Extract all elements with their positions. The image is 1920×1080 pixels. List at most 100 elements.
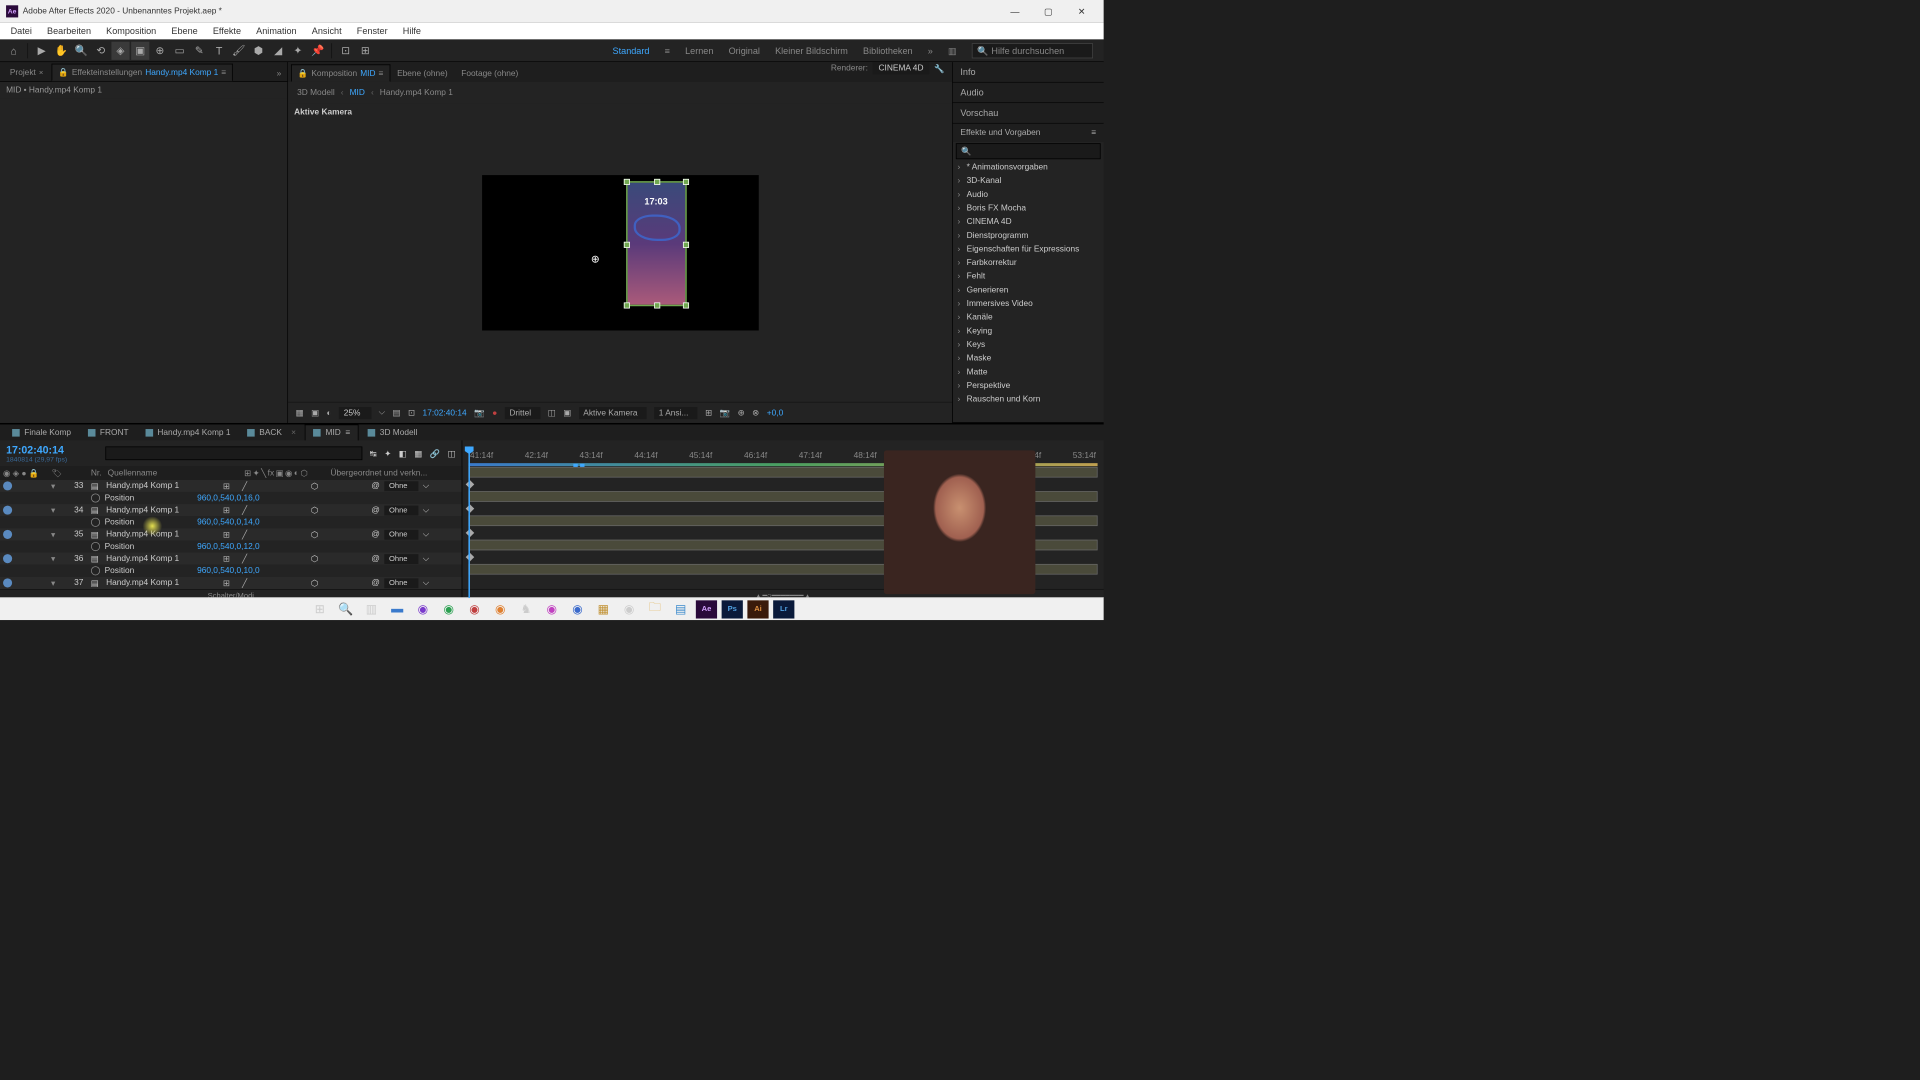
effect-category[interactable]: Rauschen und Korn — [953, 393, 1104, 404]
messenger-icon[interactable]: ◉ — [541, 600, 562, 618]
facebook-icon[interactable]: ◉ — [567, 600, 588, 618]
effect-category[interactable]: Audio — [953, 188, 1104, 202]
tab-komposition[interactable]: 🔒 Komposition MID ≡ — [291, 64, 390, 81]
snap-icon[interactable]: ⊡ — [337, 41, 355, 59]
renderer-value[interactable]: CINEMA 4D — [872, 62, 929, 74]
app-icon[interactable]: ▦ — [593, 600, 614, 618]
viewer-timecode[interactable]: 17:02:40:14 — [423, 408, 467, 417]
vf-icon-2[interactable]: 📷 — [720, 408, 730, 418]
panel-vorschau[interactable]: Vorschau — [953, 103, 1104, 123]
effect-category[interactable]: Eigenschaften für Expressions — [953, 243, 1104, 257]
res-icon[interactable]: ▤ — [393, 408, 401, 418]
property-row[interactable]: Position 960,0,540,0,16,0 — [0, 492, 462, 504]
pan-behind-icon[interactable]: ⊕ — [151, 41, 169, 59]
menu-komposition[interactable]: Komposition — [99, 26, 164, 37]
layer-row[interactable]: ▾ 37 ▤Handy.mp4 Komp 1 ⊞╱⬡ @Ohne⌵ — [0, 577, 462, 589]
menu-ebene[interactable]: Ebene — [164, 26, 205, 37]
channel-icon[interactable]: ● — [492, 408, 497, 417]
close-button[interactable]: ✕ — [1066, 2, 1098, 22]
app-icon[interactable]: ◉ — [464, 600, 485, 618]
hand-icon[interactable]: ✋ — [52, 41, 70, 59]
effect-category[interactable]: Keys — [953, 338, 1104, 352]
aftereffects-icon[interactable]: Ae — [696, 600, 717, 618]
firefox-icon[interactable]: ◉ — [490, 600, 511, 618]
workspace-more-icon[interactable]: ≡ — [665, 45, 670, 56]
resolution-select[interactable]: Drittel — [505, 407, 540, 419]
rect-icon[interactable]: ▭ — [171, 41, 189, 59]
workspace-overflow-icon[interactable]: » — [928, 45, 933, 56]
current-time-indicator[interactable] — [468, 446, 470, 598]
menu-effekte[interactable]: Effekte — [205, 26, 248, 37]
effects-list[interactable]: * Animationsvorgaben 3D-Kanal Audio Bori… — [953, 161, 1104, 404]
tl-icon[interactable]: ▦ — [414, 448, 422, 458]
workspace-klein[interactable]: Kleiner Bildschirm — [775, 45, 848, 56]
tab-effekteinstellungen[interactable]: 🔒 Effekteinstellungen Handy.mp4 Komp 1 ≡ — [52, 64, 233, 81]
timeline-tab[interactable]: FRONT — [80, 425, 136, 440]
timeline-tab[interactable]: 3D Modell — [360, 425, 425, 440]
vf-icon-4[interactable]: ⊗ — [752, 408, 759, 418]
layer-row[interactable]: ▾ 35 ▤Handy.mp4 Komp 1 ⊞╱⬡ @Ohne⌵ — [0, 528, 462, 540]
menu-datei[interactable]: Datei — [3, 26, 39, 37]
breadcrumb-handy[interactable]: Handy.mp4 Komp 1 — [380, 88, 453, 97]
effect-category[interactable]: Immersives Video — [953, 297, 1104, 311]
anchor-point-icon[interactable]: ⊕ — [591, 252, 600, 265]
obs-icon[interactable]: ◉ — [619, 600, 640, 618]
timeline-timecode[interactable]: 17:02:40:14 — [6, 443, 67, 455]
breadcrumb-3d[interactable]: 3D Modell — [297, 88, 335, 97]
illustrator-icon[interactable]: Ai — [747, 600, 768, 618]
roto-icon[interactable]: ✦ — [289, 41, 307, 59]
panel-effects[interactable]: Effekte und Vorgaben≡ — [953, 124, 1104, 142]
snapshot-icon[interactable]: 📷 — [474, 408, 484, 418]
camera-select[interactable]: Aktive Kamera — [579, 407, 647, 419]
start-icon[interactable]: ⊞ — [309, 600, 330, 618]
tl-icon[interactable]: ◫ — [448, 448, 456, 458]
workspace-lernen[interactable]: Lernen — [685, 45, 713, 56]
menu-fenster[interactable]: Fenster — [349, 26, 395, 37]
effect-category[interactable]: Matte — [953, 365, 1104, 379]
3d-icon[interactable]: ▣ — [563, 408, 571, 418]
timeline-tab[interactable]: BACK× — [240, 425, 304, 440]
timeline-tab-active[interactable]: MID≡ — [305, 424, 359, 440]
timeline-tab[interactable]: Handy.mp4 Komp 1 — [138, 425, 238, 440]
effect-category[interactable]: Fehlt — [953, 270, 1104, 284]
notepad-icon[interactable]: ▤ — [670, 600, 691, 618]
workspace-cc-icon[interactable]: ▥ — [948, 45, 957, 56]
effect-category[interactable]: Maske — [953, 352, 1104, 366]
composition-canvas[interactable]: 17:03 ⊕ — [482, 175, 759, 330]
brush-icon[interactable]: 🖌 — [230, 41, 248, 59]
app-icon[interactable]: ◉ — [412, 600, 433, 618]
explorer-icon[interactable]: ▬ — [387, 600, 408, 618]
timeline-layers[interactable]: ▾ 33 ▤Handy.mp4 Komp 1 ⊞╱⬡ @Ohne⌵ Positi… — [0, 480, 462, 589]
whatsapp-icon[interactable]: ◉ — [438, 600, 459, 618]
effect-category[interactable]: 3D-Kanal — [953, 174, 1104, 188]
task-view-icon[interactable]: ▥ — [361, 600, 382, 618]
property-row[interactable]: Position 960,0,540,0,12,0 — [0, 540, 462, 552]
menu-bearbeiten[interactable]: Bearbeiten — [39, 26, 98, 37]
snap2-icon[interactable]: ⊞ — [356, 41, 374, 59]
effect-category[interactable]: * Animationsvorgaben — [953, 161, 1104, 175]
eraser-icon[interactable]: ◢ — [269, 41, 287, 59]
breadcrumb-mid[interactable]: MID — [350, 88, 365, 97]
layer-row[interactable]: ▾ 33 ▤Handy.mp4 Komp 1 ⊞╱⬡ @Ohne⌵ — [0, 480, 462, 492]
tl-icon[interactable]: ↹ — [370, 448, 377, 458]
chevron-down-icon[interactable]: ⌵ — [379, 408, 385, 418]
tab-ebene[interactable]: Ebene (ohne) — [390, 65, 454, 82]
menu-ansicht[interactable]: Ansicht — [304, 26, 349, 37]
panel-audio[interactable]: Audio — [953, 83, 1104, 103]
views-select[interactable]: 1 Ansi... — [654, 407, 697, 419]
tab-projekt[interactable]: Projekt× — [3, 64, 50, 81]
puppet-icon[interactable]: 📌 — [309, 41, 327, 59]
selected-layer-bbox[interactable]: 17:03 ⊕ — [626, 181, 687, 306]
property-row[interactable]: Position 960,0,540,0,14,0 — [0, 516, 462, 528]
composition-viewer[interactable]: Aktive Kamera 17:03 ⊕ — [288, 103, 952, 402]
photoshop-icon[interactable]: Ps — [722, 600, 743, 618]
workspace-original[interactable]: Original — [729, 45, 760, 56]
effect-category[interactable]: Farbkorrektur — [953, 256, 1104, 270]
tl-icon[interactable]: ◧ — [399, 448, 407, 458]
pen-icon[interactable]: ✎ — [190, 41, 208, 59]
tl-icon[interactable]: ✦ — [384, 448, 391, 458]
layer-row[interactable]: ▾ 36 ▤Handy.mp4 Komp 1 ⊞╱⬡ @Ohne⌵ — [0, 553, 462, 565]
orbit-icon[interactable]: ⟲ — [92, 41, 110, 59]
play-icon[interactable]: ▶ — [33, 41, 51, 59]
effects-search[interactable]: 🔍 — [956, 143, 1101, 159]
